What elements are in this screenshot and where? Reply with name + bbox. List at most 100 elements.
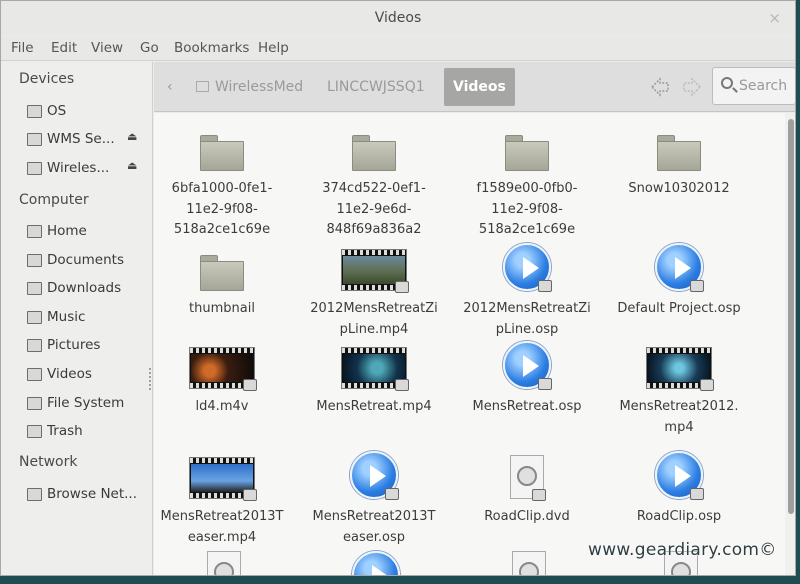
menu-view[interactable]: View (91, 40, 123, 56)
dvd-file-icon[interactable] (512, 551, 546, 575)
video-frame (191, 464, 253, 492)
file-view[interactable]: 6bfa1000-0fe1- 11e2-9f08- 518a2ce1c69e 374c… (154, 113, 795, 575)
lock-icon (395, 281, 409, 293)
search-icon (721, 77, 733, 89)
nav-back-icon[interactable] (648, 76, 672, 98)
disc-icon (214, 562, 234, 575)
sidebar-resize-handle[interactable] (149, 368, 152, 390)
search-button[interactable]: Search (712, 67, 795, 105)
file-manager-window: Videos × File Edit View Go Bookmarks Hel… (0, 0, 796, 576)
video-frame (648, 354, 710, 382)
openshot-project-icon (655, 243, 704, 292)
window-title: Videos (374, 10, 422, 26)
network-drive-icon (196, 81, 209, 92)
videos-icon (27, 368, 42, 381)
sidebar-item-downloads[interactable]: Downloads (27, 279, 149, 299)
file-name-line: pLine.mp4 (339, 321, 409, 337)
title-bar[interactable]: Videos × (1, 1, 795, 36)
lock-icon (385, 488, 399, 500)
path-item-label: WirelessMed (215, 79, 304, 95)
file-name-line: 518a2ce1c69e (173, 222, 271, 237)
openshot-project-icon[interactable] (352, 551, 400, 575)
file-name: 374cd522-0ef1- 11e2-9e6d- 848f69a836a2 (304, 179, 444, 241)
menu-go[interactable]: Go (140, 40, 159, 56)
sidebar-item-label: Downloads (47, 280, 122, 296)
drive-icon (27, 105, 42, 118)
file-name-line: MensRetreat2013T (160, 509, 284, 524)
sidebar-item-videos[interactable]: Videos (27, 365, 149, 385)
menu-file[interactable]: File (11, 40, 34, 56)
eject-icon[interactable]: ⏏ (127, 159, 137, 172)
folder-icon (200, 135, 244, 171)
sidebar-item-trash[interactable]: Trash (27, 422, 149, 442)
folder-body (200, 261, 244, 291)
file-name-line: f1589e00-0fb0- (476, 181, 578, 196)
sidebar-header-network: Network (19, 454, 78, 470)
play-icon (372, 565, 388, 575)
file-name-line: MensRetreat2012. (619, 399, 739, 414)
file-name-line: 518a2ce1c69e (478, 222, 576, 237)
lock-icon (538, 280, 552, 292)
video-frame (191, 354, 253, 382)
lock-icon (700, 379, 714, 391)
sidebar-item-label: WMS Se... (47, 131, 115, 147)
folder-body (200, 141, 244, 171)
file-name: ld4.m4v (154, 397, 292, 418)
sidebar-item-label: Home (47, 223, 87, 239)
lock-icon (690, 280, 704, 292)
pictures-icon (27, 339, 42, 352)
path-item-videos[interactable]: Videos (444, 68, 515, 106)
close-icon[interactable]: × (768, 9, 781, 27)
home-icon (27, 225, 42, 238)
sidebar-item-documents[interactable]: Documents (27, 251, 149, 271)
path-item-linccwjssq1[interactable]: LINCCWJSSQ1 (327, 68, 425, 106)
scrollbar-thumb[interactable] (788, 119, 794, 514)
sidebar-item-label: Videos (47, 366, 92, 382)
dvd-file-icon[interactable] (207, 551, 241, 575)
file-name-line: 374cd522-0ef1- (322, 181, 426, 196)
lock-icon (532, 489, 546, 501)
folder-body (657, 141, 701, 171)
sidebar-item-wireless[interactable]: Wireles... ⏏ (27, 159, 149, 179)
film-strip (342, 348, 406, 353)
path-back-button[interactable]: ‹ (167, 68, 173, 106)
video-thumbnail-icon (189, 457, 257, 501)
sidebar-item-label: OS (47, 103, 67, 119)
menu-help[interactable]: Help (258, 40, 289, 56)
folder-body (505, 141, 549, 171)
file-name-line: thumbnail (189, 301, 255, 316)
sidebar-item-pictures[interactable]: Pictures (27, 336, 149, 356)
folder-icon (200, 255, 244, 291)
sidebar-item-wms-server[interactable]: WMS Se... ⏏ (27, 130, 149, 150)
path-item-wirelessmed[interactable]: WirelessMed (196, 68, 303, 106)
scrollbar[interactable] (785, 113, 795, 575)
sidebar-item-label: Pictures (47, 337, 101, 353)
video-thumbnail-icon (341, 249, 409, 293)
sidebar-item-browse-network[interactable]: Browse Net... (27, 485, 149, 505)
sidebar-item-music[interactable]: Music (27, 308, 149, 328)
menu-bookmarks[interactable]: Bookmarks (174, 40, 249, 56)
file-name: MensRetreat.osp (457, 397, 597, 418)
eject-icon[interactable]: ⏏ (127, 130, 137, 143)
sidebar-item-os[interactable]: OS (27, 102, 149, 122)
sidebar-item-label: Documents (47, 252, 124, 268)
dvd-file-icon (510, 455, 546, 501)
sidebar-header-devices: Devices (19, 71, 75, 87)
lock-icon (690, 488, 704, 500)
sidebar-item-home[interactable]: Home (27, 222, 149, 242)
disc-icon (517, 466, 537, 486)
nav-forward-icon[interactable] (680, 76, 704, 98)
file-name: Default Project.osp (609, 299, 749, 320)
file-name: MensRetreat2012. mp4 (609, 397, 749, 438)
play-icon (675, 465, 691, 487)
lock-icon (395, 379, 409, 391)
file-name: MensRetreat2013T easer.osp (304, 507, 444, 548)
filesystem-icon (27, 397, 42, 410)
folder-icon (505, 135, 549, 171)
sidebar-item-file-system[interactable]: File System (27, 394, 149, 414)
file-name: RoadClip.osp (609, 507, 749, 528)
file-name: f1589e00-0fb0- 11e2-9f08- 518a2ce1c69e (457, 179, 597, 241)
menu-edit[interactable]: Edit (51, 40, 77, 56)
file-name-line: Snow10302012 (628, 181, 730, 196)
file-name-line: RoadClip.dvd (484, 509, 570, 524)
